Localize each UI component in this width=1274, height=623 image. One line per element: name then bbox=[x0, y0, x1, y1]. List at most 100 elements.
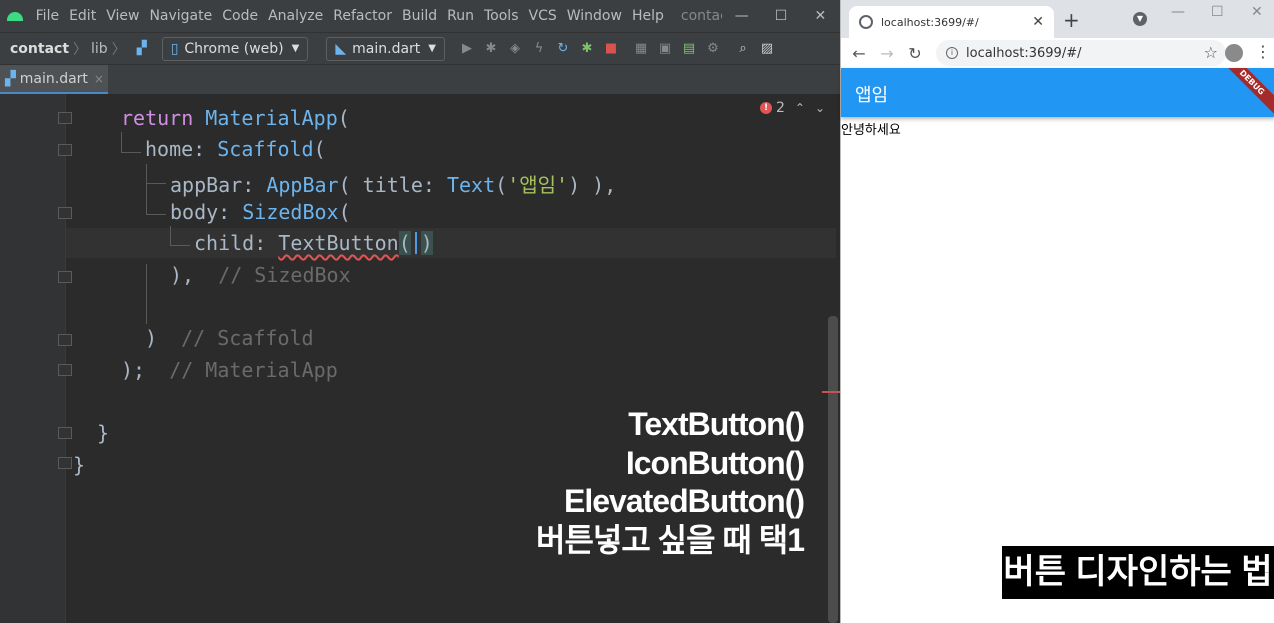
maximize-icon[interactable]: ☐ bbox=[1211, 4, 1224, 20]
code-token: ( title: bbox=[338, 173, 447, 197]
code-token: return bbox=[121, 106, 194, 130]
close-tab-icon[interactable]: ✕ bbox=[1032, 14, 1044, 30]
code-token: home: bbox=[145, 137, 206, 161]
indent-guide bbox=[170, 245, 190, 246]
breadcrumb-project[interactable]: contact bbox=[10, 41, 69, 57]
forward-icon[interactable]: → bbox=[873, 44, 901, 63]
overlay-line: 버튼넣고 싶을 때 택1 bbox=[536, 521, 805, 558]
fold-marker-icon[interactable] bbox=[58, 427, 72, 439]
fold-marker-icon[interactable] bbox=[58, 271, 72, 283]
menu-window[interactable]: Window bbox=[562, 8, 627, 24]
menu-run[interactable]: Run bbox=[442, 8, 479, 24]
menu-navigate[interactable]: Navigate bbox=[144, 8, 217, 24]
browser-tab-strip: localhost:3699/#/ ✕ + ▼ — ☐ ✕ bbox=[841, 0, 1274, 38]
fold-marker-icon[interactable] bbox=[58, 112, 72, 124]
menu-code[interactable]: Code bbox=[217, 8, 263, 24]
reload-icon[interactable]: ↻ bbox=[901, 44, 929, 63]
browser-tab-title: localhost:3699/#/ bbox=[881, 15, 979, 29]
debug-icon[interactable]: ✱ bbox=[479, 37, 503, 61]
device-manager-icon[interactable]: ▤ bbox=[677, 37, 701, 61]
code-line-4: body: SizedBox( bbox=[170, 200, 351, 224]
attach-debugger-icon[interactable]: ✱ bbox=[575, 37, 599, 61]
code-token: ( bbox=[338, 200, 351, 224]
tab-close-icon[interactable]: × bbox=[94, 72, 104, 86]
menu-file[interactable]: File bbox=[31, 8, 64, 24]
hot-reload-icon[interactable]: ϟ bbox=[527, 37, 551, 61]
run-icon[interactable]: ▶ bbox=[455, 37, 479, 61]
menu-help[interactable]: Help bbox=[627, 8, 669, 24]
tab-main-dart[interactable]: ▞ main.dart × bbox=[0, 65, 108, 95]
overlay-line: IconButton() bbox=[625, 444, 805, 481]
code-token: SizedBox bbox=[242, 200, 339, 224]
chevron-down-icon[interactable]: ⌄ bbox=[815, 101, 825, 115]
info-icon[interactable]: i bbox=[946, 47, 958, 59]
search-icon[interactable]: ⌕ bbox=[731, 37, 755, 61]
menu-build[interactable]: Build bbox=[397, 8, 442, 24]
more-menu-icon[interactable]: ⋮ bbox=[1255, 42, 1271, 61]
plugins-icon[interactable]: ⚙ bbox=[701, 37, 725, 61]
code-token: // MaterialApp bbox=[169, 358, 338, 382]
maximize-icon[interactable]: ☐ bbox=[761, 8, 800, 24]
overlay-line: TextButton() bbox=[628, 406, 805, 442]
fold-marker-icon[interactable] bbox=[58, 144, 72, 156]
menu-vcs[interactable]: VCS bbox=[524, 8, 562, 24]
fold-marker-icon[interactable] bbox=[58, 364, 72, 376]
code-token: ), bbox=[170, 263, 195, 287]
minimize-icon[interactable]: — bbox=[1171, 4, 1185, 20]
fold-marker-icon[interactable] bbox=[58, 457, 72, 469]
code-line-8: ) // Scaffold bbox=[145, 326, 314, 350]
new-tab-icon[interactable]: + bbox=[1063, 8, 1080, 32]
error-stripe-marker[interactable] bbox=[822, 391, 840, 393]
coverage-icon[interactable]: ◈ bbox=[503, 37, 527, 61]
code-token: Scaffold bbox=[217, 137, 314, 161]
run-config-label: main.dart bbox=[352, 40, 421, 57]
address-bar-row: ← → ↻ i localhost:3699/#/ ☆ ⋮ bbox=[841, 38, 1274, 68]
bookmark-star-icon[interactable]: ☆ bbox=[1204, 43, 1218, 62]
menu-tools[interactable]: Tools bbox=[479, 8, 524, 24]
hot-restart-icon[interactable]: ↻ bbox=[551, 37, 575, 61]
tab-label: main.dart bbox=[19, 70, 88, 87]
editor-scrollbar[interactable] bbox=[828, 316, 838, 623]
fold-marker-icon[interactable] bbox=[58, 334, 72, 346]
back-icon[interactable]: ← bbox=[845, 44, 873, 63]
browser-tab[interactable]: localhost:3699/#/ ✕ bbox=[849, 6, 1054, 38]
error-icon: ! bbox=[760, 102, 772, 114]
run-config-selector[interactable]: ◣ main.dart ▼ bbox=[326, 36, 445, 61]
breadcrumb-folder[interactable]: lib bbox=[91, 41, 108, 57]
chevron-up-icon[interactable]: ⌃ bbox=[795, 101, 805, 115]
sdk-manager-icon[interactable]: ▣ bbox=[653, 37, 677, 61]
indent-guide bbox=[146, 214, 166, 215]
close-icon[interactable]: ✕ bbox=[1251, 4, 1263, 20]
menu-edit[interactable]: Edit bbox=[64, 8, 101, 24]
code-token: } bbox=[73, 453, 86, 477]
code-token: // SizedBox bbox=[218, 263, 351, 287]
body-text: 안녕하세요 bbox=[841, 123, 901, 138]
code-line-11: } bbox=[97, 421, 109, 445]
code-line-12: } bbox=[73, 453, 85, 477]
profile-avatar[interactable] bbox=[1225, 44, 1243, 62]
stop-icon[interactable]: ■ bbox=[599, 37, 623, 61]
menu-refactor[interactable]: Refactor bbox=[328, 8, 397, 24]
menu-bar: File Edit View Navigate Code Analyze Ref… bbox=[0, 0, 840, 32]
project-structure-icon[interactable]: ▦ bbox=[629, 37, 653, 61]
account-icon[interactable]: ▨ bbox=[755, 37, 779, 61]
close-icon[interactable]: ✕ bbox=[801, 8, 840, 24]
error-indicator[interactable]: ! 2 ⌃ ⌄ bbox=[760, 100, 825, 116]
code-line-6: ), // SizedBox bbox=[170, 263, 351, 287]
code-token: } bbox=[97, 421, 110, 445]
fold-marker-icon[interactable] bbox=[58, 207, 72, 219]
code-line-3: appBar: AppBar( title: Text('앱임') ), bbox=[170, 173, 617, 197]
menu-analyze[interactable]: Analyze bbox=[263, 8, 328, 24]
code-token: AppBar bbox=[266, 173, 339, 197]
url-input[interactable]: i localhost:3699/#/ ☆ bbox=[936, 40, 1226, 66]
code-editor[interactable]: return MaterialApp( home: Scaffold ( appB… bbox=[0, 94, 840, 623]
chevron-right-icon: 〉 bbox=[111, 41, 126, 58]
editor-tab-bar: ▞ main.dart × bbox=[0, 64, 840, 95]
globe-icon bbox=[859, 15, 873, 29]
device-selector[interactable]: ▯ Chrome (web) ▼ bbox=[161, 36, 309, 61]
minimize-icon[interactable]: — bbox=[722, 8, 761, 24]
error-count: 2 bbox=[776, 100, 785, 116]
code-line-1: return MaterialApp( bbox=[121, 106, 350, 130]
menu-view[interactable]: View bbox=[101, 8, 144, 24]
tab-search-icon[interactable]: ▼ bbox=[1133, 12, 1147, 26]
